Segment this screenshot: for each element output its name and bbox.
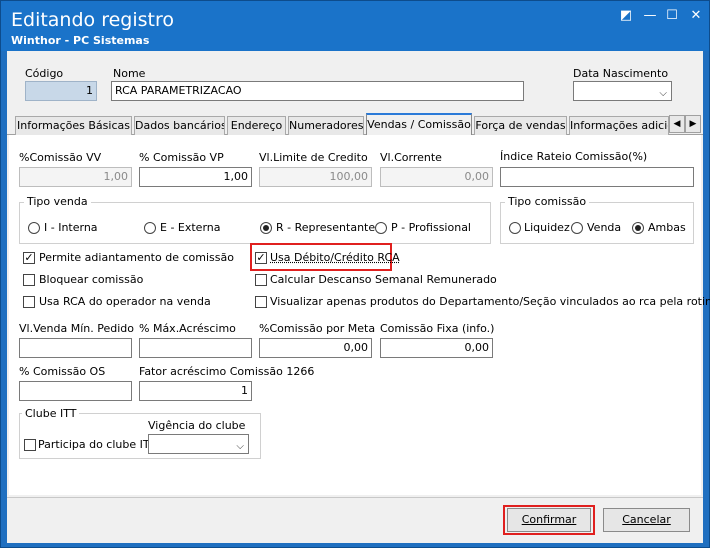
usa-rca-operador-checkbox[interactable]: [23, 296, 35, 308]
tab-strip: Informações Básicas Dados bancários Ende…: [7, 113, 703, 136]
radio-venda-label[interactable]: Venda: [587, 221, 621, 234]
tab-scroll-left-icon[interactable]: ◀: [669, 115, 685, 133]
comissao-vv-label: %Comissão VV: [19, 151, 102, 164]
close-icon[interactable]: ✕: [685, 7, 707, 25]
fator-label: Fator acréscimo Comissão 1266: [139, 365, 315, 378]
adiantamento-label[interactable]: Permite adiantamento de comissão: [39, 251, 234, 264]
tab-dados-bancarios[interactable]: Dados bancários: [134, 116, 225, 135]
cancelar-button[interactable]: Cancelar: [603, 508, 690, 532]
tab-informacoes-basicas[interactable]: Informações Básicas: [15, 116, 132, 135]
confirmar-button[interactable]: Confirmar: [507, 508, 591, 532]
radio-representante-label[interactable]: R - Representante: [276, 221, 375, 234]
adiantamento-checkbox[interactable]: ✓: [23, 252, 35, 264]
chevron-down-icon: ⌵: [236, 441, 244, 452]
dsr-checkbox[interactable]: [255, 274, 267, 286]
clube-itt-title: Clube ITT: [22, 407, 80, 420]
radio-venda[interactable]: [571, 222, 583, 234]
nome-field[interactable]: RCA PARAMETRIZACAO: [111, 81, 524, 101]
venda-min-field[interactable]: [19, 338, 132, 358]
comissao-meta-label: %Comissão por Meta: [259, 322, 376, 335]
bloquear-label[interactable]: Bloquear comissão: [39, 273, 143, 286]
max-acrescimo-field[interactable]: [139, 338, 252, 358]
radio-profissional-label[interactable]: P - Profissional: [391, 221, 471, 234]
comissao-meta-field[interactable]: 0,00: [259, 338, 372, 358]
rateio-field[interactable]: [500, 167, 694, 187]
participa-clube-checkbox[interactable]: [24, 439, 36, 451]
usa-rca-operador-label[interactable]: Usa RCA do operador na venda: [39, 295, 211, 308]
venda-min-label: Vl.Venda Mín. Pedido: [19, 322, 134, 335]
limite-credito-field[interactable]: 100,00: [259, 167, 372, 187]
comissao-fixa-field[interactable]: 0,00: [380, 338, 493, 358]
dsr-label[interactable]: Calcular Descanso Semanal Remunerado: [270, 273, 497, 286]
tipo-venda-group: Tipo venda I - Interna E - Externa R - R…: [19, 195, 491, 244]
radio-interna[interactable]: [28, 222, 40, 234]
comissao-vp-field[interactable]: 1,00: [139, 167, 252, 187]
radio-ambas-label[interactable]: Ambas: [648, 221, 686, 234]
debito-credito-label[interactable]: Usa Débito/Crédito RCA: [270, 251, 400, 264]
window-title: Editando registro: [11, 9, 174, 31]
fator-field[interactable]: 1: [139, 381, 252, 401]
dialog-window: Editando registro Winthor - PC Sistemas …: [0, 0, 710, 548]
visualizar-produtos-label[interactable]: Visualizar apenas produtos do Departamen…: [270, 295, 710, 308]
comissao-vv-field[interactable]: 1,00: [19, 167, 132, 187]
restore-icon[interactable]: ◩: [615, 7, 637, 25]
radio-externa[interactable]: [144, 222, 156, 234]
dialog-body: Código 1 Nome RCA PARAMETRIZACAO Data Na…: [7, 51, 710, 543]
maximize-icon[interactable]: ☐: [661, 7, 683, 25]
tab-informacoes-adicionais[interactable]: Informações adicio: [569, 116, 669, 135]
radio-interna-label[interactable]: I - Interna: [44, 221, 98, 234]
tab-vendas-comissao[interactable]: Vendas / Comissão: [366, 113, 472, 136]
vigencia-label: Vigência do clube: [148, 419, 246, 432]
tipo-venda-title: Tipo venda: [24, 195, 91, 208]
vigencia-select[interactable]: ⌵: [148, 434, 249, 454]
comissao-vp-label: % Comissão VP: [139, 151, 224, 164]
tipo-comissao-title: Tipo comissão: [505, 195, 590, 208]
data-nascimento-select[interactable]: ⌵: [573, 81, 672, 101]
vl-corrente-label: Vl.Corrente: [380, 151, 442, 164]
chevron-down-icon: ⌵: [659, 88, 667, 99]
bloquear-checkbox[interactable]: [23, 274, 35, 286]
tab-scroll-right-icon[interactable]: ▶: [685, 115, 701, 133]
comissao-fixa-label: Comissão Fixa (info.): [380, 322, 495, 335]
radio-liquidez-label[interactable]: Liquidez: [524, 221, 570, 234]
codigo-label: Código: [25, 67, 64, 80]
radio-representante[interactable]: [260, 222, 272, 234]
rateio-label: Índice Rateio Comissão(%): [500, 150, 648, 163]
radio-liquidez[interactable]: [509, 222, 521, 234]
tab-forca-de-vendas[interactable]: Força de vendas: [474, 116, 567, 135]
radio-externa-label[interactable]: E - Externa: [160, 221, 221, 234]
data-nascimento-label: Data Nascimento: [573, 67, 669, 80]
title-bar[interactable]: Editando registro Winthor - PC Sistemas …: [1, 1, 709, 51]
tab-endereco[interactable]: Endereço: [227, 116, 286, 135]
participa-clube-label[interactable]: Participa do clube ITT: [38, 438, 156, 451]
tipo-comissao-group: Tipo comissão Liquidez Venda Ambas: [500, 195, 694, 244]
radio-profissional[interactable]: [375, 222, 387, 234]
max-acrescimo-label: % Máx.Acréscimo: [139, 322, 236, 335]
vl-corrente-field[interactable]: 0,00: [380, 167, 493, 187]
vendas-comissao-panel: %Comissão VV 1,00 % Comissão VP 1,00 Vl.…: [9, 135, 710, 495]
debito-credito-checkbox[interactable]: ✓: [255, 252, 267, 264]
minimize-icon[interactable]: —: [639, 7, 661, 25]
limite-credito-label: Vl.Limite de Credito: [259, 151, 368, 164]
visualizar-produtos-checkbox[interactable]: [255, 296, 267, 308]
tab-numeradores[interactable]: Numeradores: [288, 116, 364, 135]
comissao-os-label: % Comissão OS: [19, 365, 106, 378]
comissao-os-field[interactable]: [19, 381, 132, 401]
nome-label: Nome: [113, 67, 146, 80]
codigo-field[interactable]: 1: [25, 81, 97, 101]
clube-itt-group: Clube ITT Vigência do clube Participa do…: [19, 407, 261, 459]
divider: [7, 497, 703, 498]
radio-ambas[interactable]: [632, 222, 644, 234]
window-subtitle: Winthor - PC Sistemas: [11, 34, 150, 47]
